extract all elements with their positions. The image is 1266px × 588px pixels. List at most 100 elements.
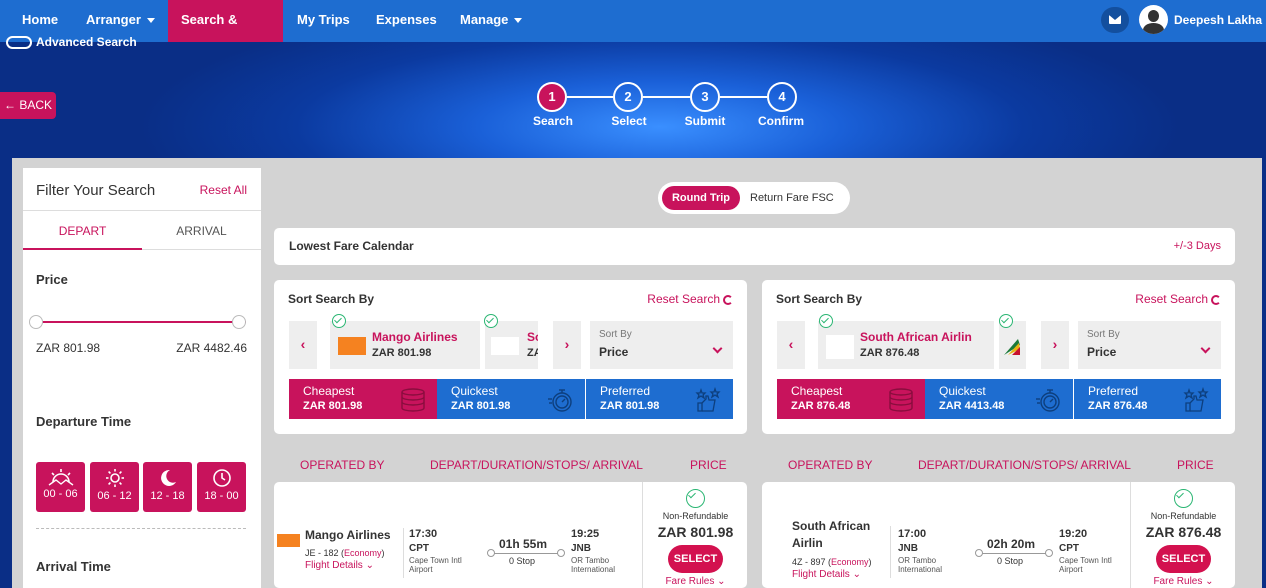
flight-code: 4Z - 897 (Economy)	[792, 557, 872, 567]
price-max-value: ZAR 4482.46	[176, 341, 247, 355]
price-slider-min-handle[interactable]	[29, 315, 43, 329]
select-button[interactable]: SELECT	[668, 545, 723, 573]
quickest-pill[interactable]: Quickest ZAR 4413.48	[925, 379, 1073, 419]
refresh-icon	[723, 294, 733, 305]
airline-price: ZAR 801.98	[372, 347, 432, 359]
divider	[890, 526, 891, 578]
stops-count: 0 Stop	[997, 556, 1024, 566]
reset-all-link[interactable]: Reset All	[200, 183, 247, 197]
sort-by-value: Price	[599, 345, 629, 359]
departure-time: 17:30	[409, 528, 438, 540]
departure-airport: OR Tambo International	[898, 556, 943, 574]
trip-type-toggle: Round Trip Return Fare FSC	[658, 182, 850, 214]
reset-search-link[interactable]: Reset Search	[647, 292, 733, 306]
toggle-switch[interactable]	[6, 36, 32, 50]
chevron-down-icon	[1200, 343, 1211, 354]
pill-title: Quickest	[939, 384, 986, 398]
prev-airline-button[interactable]: ‹	[777, 321, 805, 369]
flight-code-end: )	[868, 557, 872, 567]
pill-price: ZAR 801.98	[600, 400, 660, 412]
step-2-label: Select	[611, 114, 647, 128]
price-slider-track[interactable]	[36, 321, 246, 323]
time-12-18-button[interactable]: 12 - 18	[143, 462, 192, 512]
fare-rules-link[interactable]: Fare Rules ⌄	[1131, 576, 1235, 587]
back-button[interactable]: ← BACK	[0, 92, 56, 119]
sort-by-dropdown[interactable]: Sort By Price	[590, 321, 733, 369]
advanced-search-label: Advanced Search	[36, 35, 137, 49]
price-min-value: ZAR 801.98	[36, 341, 101, 355]
col-depart-arrival: DEPART/DURATION/STOPS/ ARRIVAL	[430, 458, 643, 472]
sort-by-dropdown[interactable]: Sort By Price	[1078, 321, 1221, 369]
arrival-city: CPT	[1059, 543, 1079, 554]
step-2-circle: 2	[613, 82, 643, 112]
nav-my-trips[interactable]: My Trips	[284, 0, 363, 42]
time-06-12-button[interactable]: 06 - 12	[90, 462, 139, 512]
prev-airline-button[interactable]: ‹	[289, 321, 317, 369]
divider	[403, 528, 404, 578]
advanced-search-toggle[interactable]: Advanced Search	[6, 35, 137, 50]
flight-code-text: JE - 182 (	[305, 548, 345, 558]
step-3-circle: 3	[690, 82, 720, 112]
tab-arrival[interactable]: ARRIVAL	[142, 216, 261, 250]
coins-icon	[889, 388, 913, 412]
departure-city: JNB	[898, 543, 919, 554]
nav-search-book[interactable]: Search & Book	[168, 0, 283, 67]
next-airline-button[interactable]: ›	[553, 321, 581, 369]
col-depart-arrival: DEPART/DURATION/STOPS/ ARRIVAL	[918, 458, 1131, 472]
sun-icon	[105, 469, 124, 487]
airline-card-next[interactable]	[999, 321, 1026, 369]
time-06-12-label: 06 - 12	[97, 490, 132, 502]
next-airline-button[interactable]: ›	[1041, 321, 1069, 369]
days-range-link[interactable]: +/-3 Days	[1174, 240, 1221, 252]
reset-search-label: Reset Search	[1135, 292, 1208, 306]
duration-line	[979, 553, 1049, 554]
airline-card-saa[interactable]: South African Airlin ZAR 876.48	[818, 321, 994, 369]
preferred-pill[interactable]: Preferred ZAR 876.48	[1074, 379, 1221, 419]
reset-search-link[interactable]: Reset Search	[1135, 292, 1221, 306]
round-trip-option[interactable]: Round Trip	[662, 186, 740, 210]
duration-dot	[1045, 549, 1053, 557]
mango-logo	[338, 337, 366, 355]
fare-rules-link[interactable]: Fare Rules ⌄	[643, 576, 747, 587]
quickest-pill[interactable]: Quickest ZAR 801.98	[437, 379, 585, 419]
time-18-00-button[interactable]: 18 - 00	[197, 462, 246, 512]
stopwatch-icon	[548, 389, 572, 412]
divider	[23, 210, 261, 211]
pill-price: ZAR 876.48	[1088, 400, 1148, 412]
price-slider-max-handle[interactable]	[232, 315, 246, 329]
moon-icon	[160, 469, 176, 486]
flight-details-link[interactable]: Flight Details ⌄	[792, 569, 861, 580]
lowest-fare-calendar[interactable]: Lowest Fare Calendar +/-3 Days	[274, 228, 1235, 265]
refresh-icon	[1211, 294, 1221, 305]
refund-status: Non-Refundable	[662, 511, 729, 521]
tab-depart[interactable]: DEPART	[23, 216, 142, 250]
user-name[interactable]: Deepesh Lakha	[1174, 0, 1262, 40]
arrival-time-label: Arrival Time	[36, 559, 111, 574]
fare-column: Non-Refundable ZAR 876.48 SELECT Fare Ru…	[1130, 482, 1235, 588]
arrival-airport: Cape Town Intl Airport	[1059, 556, 1112, 574]
airline-card-next[interactable]: So ZA	[485, 321, 538, 369]
select-button[interactable]: SELECT	[1156, 545, 1211, 573]
airline-card-mango[interactable]: Mango Airlines ZAR 801.98	[330, 321, 480, 369]
preferred-pill[interactable]: Preferred ZAR 801.98	[586, 379, 733, 419]
time-00-06-button[interactable]: 00 - 06	[36, 462, 85, 512]
lowest-fare-title: Lowest Fare Calendar	[289, 239, 414, 253]
back-label: BACK	[19, 98, 53, 112]
fare-rules-label: Fare Rules	[1153, 576, 1203, 587]
airline-price: ZA	[527, 347, 538, 359]
nav-manage[interactable]: Manage	[447, 0, 535, 42]
caret-down-icon	[146, 18, 155, 24]
return-fare-fsc-option[interactable]: Return Fare FSC	[750, 186, 834, 210]
step-1-label: Search	[532, 114, 574, 128]
stopwatch-icon	[1036, 389, 1060, 412]
sort-title: Sort Search By	[776, 292, 863, 306]
user-avatar[interactable]	[1139, 5, 1168, 34]
col-operated-by: OPERATED BY	[300, 458, 385, 472]
arrival-time: 19:25	[571, 528, 600, 540]
cabin-class: Economy	[344, 548, 382, 558]
flight-details-link[interactable]: Flight Details ⌄	[305, 560, 374, 571]
nav-expenses[interactable]: Expenses	[363, 0, 450, 42]
cheapest-pill[interactable]: Cheapest ZAR 801.98	[289, 379, 437, 419]
cheapest-pill[interactable]: Cheapest ZAR 876.48	[777, 379, 925, 419]
mail-button[interactable]	[1101, 7, 1129, 33]
